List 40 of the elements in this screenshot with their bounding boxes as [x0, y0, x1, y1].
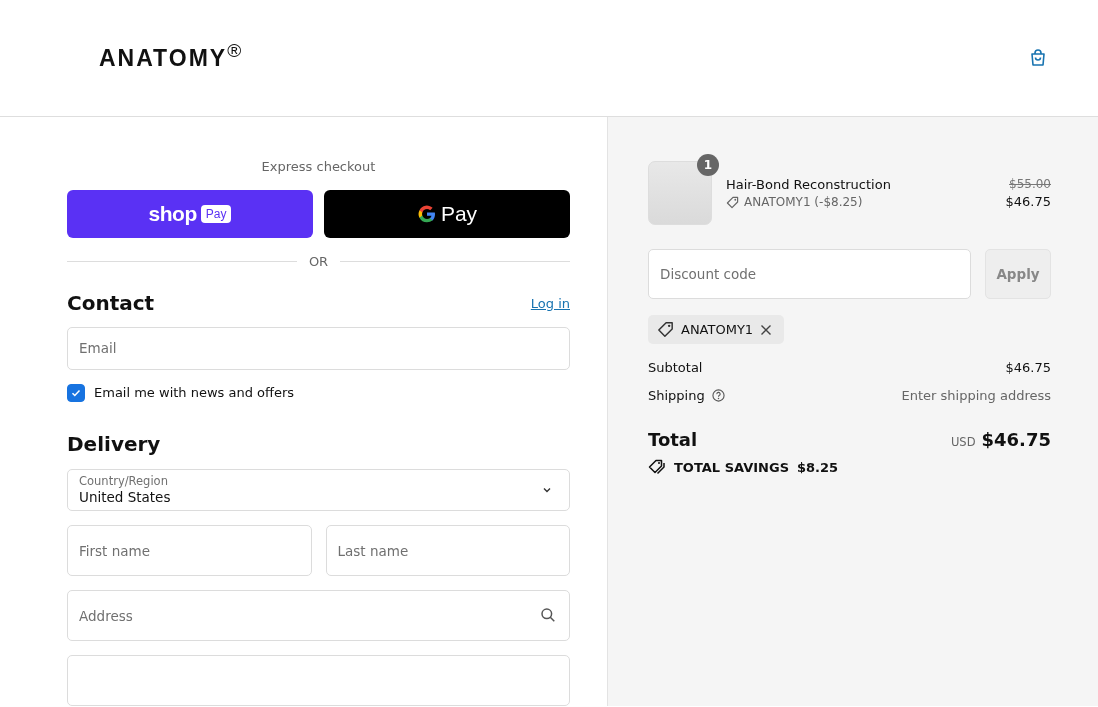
- tag-icon: [657, 321, 674, 338]
- shop-pay-button[interactable]: shop Pay: [67, 190, 313, 238]
- address-field[interactable]: Address: [67, 590, 570, 641]
- or-divider-label: OR: [308, 254, 329, 269]
- total-savings-label: TOTAL SAVINGS: [674, 459, 789, 475]
- log-in-link[interactable]: Log in: [530, 295, 570, 311]
- express-checkout-title: Express checkout: [260, 159, 377, 174]
- product-price: $46.75: [1005, 194, 1051, 209]
- total-label: Total: [648, 429, 698, 450]
- last-name-field[interactable]: Last name: [325, 525, 570, 576]
- total-savings-value: $8.25: [797, 459, 839, 475]
- product-name: Hair-Bond Reconstruction: [726, 177, 892, 192]
- first-name-field[interactable]: First name: [67, 525, 312, 576]
- discount-code-field[interactable]: Discount code: [648, 249, 971, 299]
- tag-icon: [726, 195, 739, 209]
- delivery-heading: Delivery: [67, 431, 162, 456]
- product-discount: ANATOMY1 (-$8.25): [744, 195, 863, 209]
- quantity-badge: 1: [697, 154, 719, 176]
- shipping-value: Enter shipping address: [901, 388, 1051, 403]
- newsletter-checkbox[interactable]: [67, 383, 85, 402]
- search-icon: [540, 607, 556, 623]
- original-price: $55.00: [1009, 177, 1051, 191]
- shipping-label: Shipping: [648, 388, 705, 403]
- newsletter-label: Email me with news and offers: [94, 385, 295, 400]
- google-g-icon: [416, 204, 437, 224]
- brand-logo[interactable]: ANATOMY$^{®}$: [99, 40, 242, 72]
- tags-icon: [648, 459, 666, 475]
- currency-code: USD: [950, 435, 976, 449]
- applied-code: ANATOMY1: [681, 322, 754, 337]
- close-icon[interactable]: [760, 323, 773, 336]
- google-pay-button[interactable]: Pay: [324, 190, 570, 238]
- apartment-field[interactable]: [67, 655, 570, 706]
- country-select[interactable]: Country/Region United States: [67, 468, 570, 511]
- subtotal-label: Subtotal: [648, 360, 703, 375]
- total-value: $46.75: [981, 429, 1051, 450]
- help-icon[interactable]: [711, 389, 725, 402]
- shopping-bag-icon[interactable]: [1028, 48, 1048, 68]
- contact-heading: Contact: [67, 291, 155, 315]
- subtotal-value: $46.75: [1005, 360, 1051, 375]
- email-field[interactable]: Email: [67, 327, 570, 370]
